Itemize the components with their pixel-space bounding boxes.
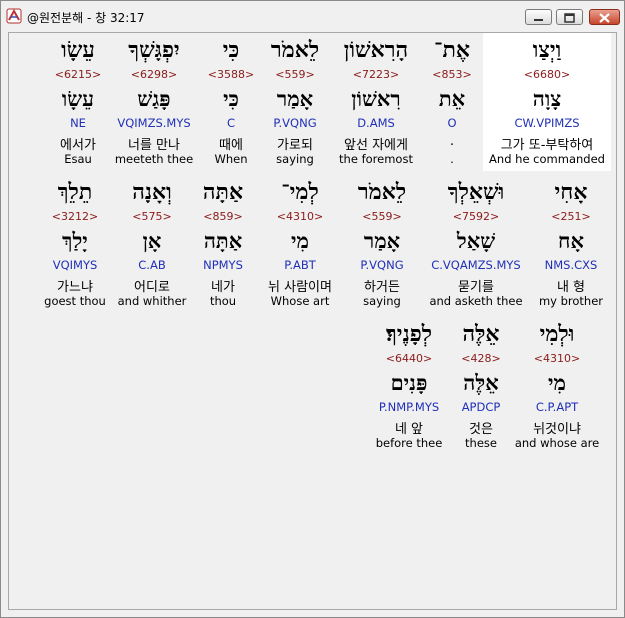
window-title: @원전분해 - 창 32:17 <box>27 11 145 25</box>
hebrew-word: וּלְמִי <box>539 321 575 347</box>
morphology-code[interactable]: NMS.CXS <box>526 258 616 272</box>
close-icon <box>599 13 610 23</box>
korean-gloss: 내 형 <box>556 280 586 295</box>
hebrew-word: לְמִי־ <box>281 179 319 205</box>
english-gloss: saying <box>276 152 314 166</box>
korean-gloss: 묻기를 <box>458 280 494 295</box>
morphology-code[interactable]: P.VQNG <box>250 116 340 130</box>
hebrew-word: אָחִי <box>554 179 588 205</box>
english-gloss: my brother <box>538 294 604 308</box>
morphology-code[interactable]: P.ABT <box>255 258 345 272</box>
hebrew-word: וּשְׁאֵלְךָ <box>447 179 505 205</box>
english-gloss: And he commanded <box>489 152 605 166</box>
hebrew-lemma: מִי <box>291 228 309 253</box>
strong-number[interactable]: <4310> <box>255 210 345 223</box>
english-gloss: Whose art <box>270 294 330 308</box>
morphology-code[interactable]: C.VQAMZS.MYS <box>421 258 531 272</box>
word-column[interactable]: לֵאמֹר <559> אָמַר P.VQNG 하거든 saying <box>337 177 427 311</box>
app-icon <box>6 8 22 24</box>
maximize-icon <box>564 13 575 23</box>
strong-number[interactable]: <251> <box>526 210 616 223</box>
hebrew-lemma: צָוָה <box>532 86 562 111</box>
word-column-selected[interactable]: וַיְצַו <6680> צָוָה CW.VPIMZS 그가 또-부탁하여… <box>483 33 611 171</box>
title-bar[interactable]: @원전분해 - 창 32:17 <box>1 1 624 31</box>
word-column[interactable]: לְמִי־ <4310> מִי P.ABT 뉘 사람이며 Whose art <box>255 177 345 311</box>
minimize-icon <box>534 19 543 21</box>
close-button[interactable] <box>589 9 620 25</box>
app-window: @원전분해 - 창 32:17 עֵשָׂו <6215> עֵשָׂו NE … <box>0 0 625 618</box>
hebrew-lemma: אָמַר <box>363 228 401 253</box>
korean-gloss: 그가 또-부탁하여 <box>500 138 594 153</box>
strong-number[interactable]: <6680> <box>483 68 611 81</box>
korean-gloss: 뉘것이냐 <box>533 422 581 437</box>
morphology-code[interactable]: C.P.APT <box>512 400 602 414</box>
korean-gloss: 가로되 <box>277 138 313 153</box>
hebrew-word: לֵאמֹר <box>270 37 320 63</box>
english-gloss: and asketh thee <box>429 294 523 308</box>
strong-number[interactable]: <559> <box>337 210 427 223</box>
korean-gloss: 하거든 <box>364 280 400 295</box>
morphology-code[interactable]: CW.VPIMZS <box>483 116 611 130</box>
strong-number[interactable]: <7592> <box>421 210 531 223</box>
maximize-button[interactable] <box>556 9 583 25</box>
word-column[interactable]: וּשְׁאֵלְךָ <7592> שָׁאַל C.VQAMZS.MYS 묻… <box>421 177 531 311</box>
hebrew-lemma: אָח <box>558 228 584 253</box>
interlinear-panel[interactable]: עֵשָׂו <6215> עֵשָׂו NE 에서가 Esau יִפְגָּ… <box>8 32 617 610</box>
korean-gloss: 뉘 사람이며 <box>268 280 332 295</box>
hebrew-word: לֵאמֹר <box>357 179 407 205</box>
word-column[interactable]: וּלְמִי <4310> מִי C.P.APT 뉘것이냐 and whos… <box>512 319 602 453</box>
morphology-code[interactable]: P.VQNG <box>337 258 427 272</box>
english-gloss: saying <box>363 294 401 308</box>
strong-number[interactable]: <559> <box>250 68 340 81</box>
strong-number[interactable]: <4310> <box>512 352 602 365</box>
hebrew-lemma: שָׁאַל <box>456 228 496 253</box>
english-gloss: and whose are <box>514 436 600 450</box>
word-column[interactable]: אָחִי <251> אָח NMS.CXS 내 형 my brother <box>526 177 616 311</box>
hebrew-lemma: מִי <box>548 370 566 395</box>
minimize-button[interactable] <box>525 9 552 25</box>
word-column[interactable]: לֵאמֹר <559> אָמַר P.VQNG 가로되 saying <box>250 35 340 169</box>
hebrew-lemma: אָמַר <box>276 86 314 111</box>
hebrew-word: וַיְצַו <box>532 37 562 63</box>
